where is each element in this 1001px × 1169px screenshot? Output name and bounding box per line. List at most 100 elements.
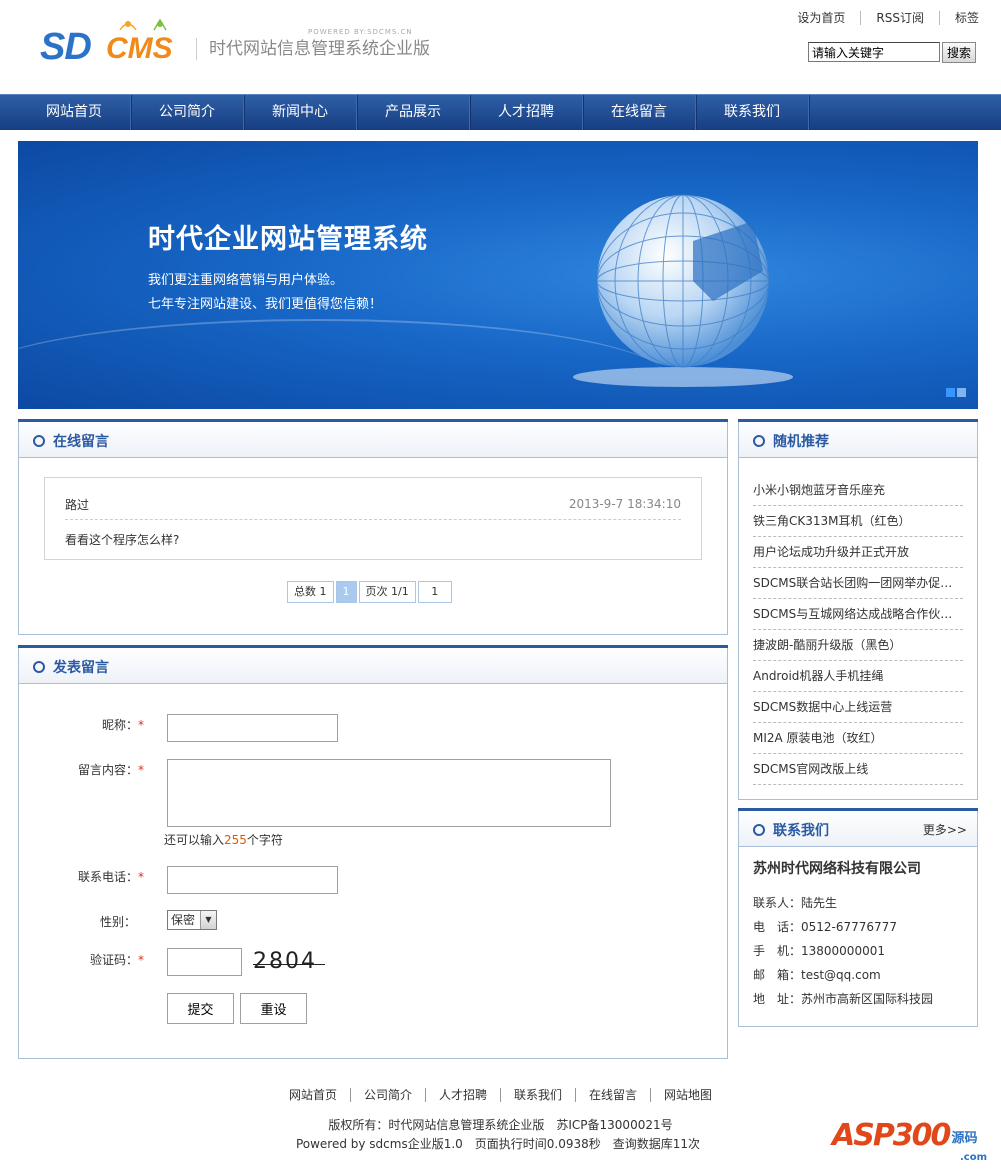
list-item[interactable]: 捷波朗-酷丽升级版（黑色）	[753, 630, 963, 661]
nav-jobs[interactable]: 人才招聘	[470, 95, 583, 130]
pager-jump-select[interactable]: 1	[417, 581, 452, 603]
random-panel-title: 随机推荐	[773, 434, 829, 450]
footer-link-home[interactable]: 网站首页	[276, 1088, 350, 1102]
footer-links: 网站首页 公司简介 人才招聘 联系我们 在线留言 网站地图	[0, 1086, 1001, 1103]
messages-panel-title-wrap: 在线留言	[33, 431, 109, 451]
content-label-text: 留言内容：	[77, 763, 138, 777]
contact-more-link[interactable]: 更多>>	[923, 821, 967, 838]
required-mark: *	[138, 953, 144, 967]
message-item: 路过 2013-9-7 18:34:10 看看这个程序怎么样?	[44, 477, 702, 560]
message-time: 2013-9-7 18:34:10	[568, 497, 681, 511]
footer-link-about[interactable]: 公司简介	[349, 1088, 425, 1102]
site-name: 时代网站信息管理系统企业版	[196, 38, 430, 60]
nav-contact[interactable]: 联系我们	[696, 95, 809, 130]
pagination: 总数 1 1 页次 1/1 1	[287, 581, 452, 603]
post-panel-header: 发表留言	[18, 645, 728, 684]
captcha-image[interactable]: 2804	[253, 949, 317, 974]
list-item[interactable]: SDCMS官网改版上线	[753, 754, 963, 785]
contact-panel: 联系我们 更多>> 苏州时代网络科技有限公司 联系人：陆先生 电 话：0512-…	[738, 808, 978, 1027]
list-item[interactable]: 小米小钢炮蓝牙音乐座充	[753, 475, 963, 506]
list-item[interactable]: 铁三角CK313M耳机（红色）	[753, 506, 963, 537]
banner-title: 时代企业网站管理系统	[148, 224, 428, 255]
circle-icon	[753, 435, 765, 447]
content-label: 留言内容：*	[19, 761, 144, 778]
nav-products[interactable]: 产品展示	[357, 95, 470, 130]
phone-input[interactable]	[167, 866, 338, 894]
nav-home[interactable]: 网站首页	[18, 95, 131, 130]
nickname-label: 昵称：*	[19, 716, 144, 733]
logo-cms-text: CMS	[106, 32, 173, 65]
reset-button[interactable]: 重设	[240, 993, 307, 1024]
list-item[interactable]: Android机器人手机挂绳	[753, 661, 963, 692]
required-mark: *	[138, 870, 144, 884]
pager-current-page[interactable]: 1	[335, 581, 357, 603]
watermark-small: 源码	[951, 1131, 978, 1146]
circle-icon	[33, 435, 45, 447]
captcha-strike	[253, 964, 325, 965]
list-item[interactable]: 用户论坛成功升级并正式开放	[753, 537, 963, 568]
nav-about[interactable]: 公司简介	[131, 95, 244, 130]
banner-line-2: 七年专注网站建设、我们更值得您信赖！	[148, 297, 383, 312]
captcha-label-text: 验证码：	[89, 953, 138, 967]
gender-select[interactable]: 保密 ▼	[167, 910, 217, 930]
list-item[interactable]: SDCMS联合站长团购一团网举办促销...	[753, 568, 963, 599]
captcha-input[interactable]	[167, 948, 242, 976]
submit-button[interactable]: 提交	[167, 993, 234, 1024]
nav-guestbook[interactable]: 在线留言	[583, 95, 696, 130]
nav-news[interactable]: 新闻中心	[244, 95, 357, 130]
footer-link-contact[interactable]: 联系我们	[500, 1088, 576, 1102]
watermark-domain: .com	[960, 1152, 988, 1163]
nickname-input[interactable]	[167, 714, 338, 742]
list-item[interactable]: SDCMS与互城网络达成战略合作伙伴...	[753, 599, 963, 630]
message-content: 看看这个程序怎么样?	[65, 533, 180, 547]
message-divider	[65, 519, 681, 520]
footer-link-guestbook[interactable]: 在线留言	[575, 1088, 651, 1102]
captcha-label: 验证码：*	[19, 951, 144, 968]
list-item[interactable]: MI2A 原装电池（玫红）	[753, 723, 963, 754]
footer-link-sitemap[interactable]: 网站地图	[650, 1088, 726, 1102]
search-button[interactable]: 搜索	[942, 42, 976, 63]
random-panel-header: 随机推荐	[738, 419, 978, 458]
set-homepage-link[interactable]: 设为首页	[782, 11, 860, 25]
random-recommend-panel: 随机推荐 小米小钢炮蓝牙音乐座充 铁三角CK313M耳机（红色） 用户论坛成功升…	[738, 419, 978, 800]
content-textarea[interactable]	[167, 759, 611, 827]
company-name: 苏州时代网络科技有限公司	[753, 861, 921, 877]
messages-panel-header: 在线留言	[18, 419, 728, 458]
circle-icon	[33, 661, 45, 673]
required-mark: *	[138, 763, 144, 777]
random-list: 小米小钢炮蓝牙音乐座充 铁三角CK313M耳机（红色） 用户论坛成功升级并正式开…	[753, 475, 963, 785]
gender-select-value: 保密	[171, 913, 196, 927]
messages-panel-title: 在线留言	[53, 434, 109, 450]
circle-icon	[753, 824, 765, 836]
phone-label-text: 联系电话：	[77, 870, 138, 884]
gender-label: 性别：	[99, 915, 136, 929]
post-panel-title-wrap: 发表留言	[33, 657, 109, 677]
phone-label: 联系电话：*	[19, 868, 144, 885]
nickname-label-text: 昵称：	[101, 718, 138, 732]
rss-link[interactable]: RSS订阅	[860, 11, 939, 25]
banner-dot-1[interactable]	[946, 388, 955, 397]
contact-panel-header: 联系我们 更多>>	[738, 808, 978, 847]
logo-sd-text: SD	[40, 26, 92, 68]
contact-email: 邮 箱：test@qq.com	[753, 968, 881, 982]
footer-link-jobs[interactable]: 人才招聘	[424, 1088, 500, 1102]
list-item[interactable]: SDCMS数据中心上线运营	[753, 692, 963, 723]
post-panel-title: 发表留言	[53, 660, 109, 676]
random-panel-title-wrap: 随机推荐	[753, 431, 829, 451]
watermark-text: ASP300	[832, 1118, 951, 1153]
tags-link[interactable]: 标签	[938, 11, 979, 25]
search-input[interactable]	[808, 42, 940, 62]
contact-panel-title-wrap: 联系我们	[753, 820, 829, 840]
site-logo[interactable]: SD CMS	[40, 18, 190, 78]
banner-line-1: 我们更注重网络营销与用户体验。	[148, 273, 344, 288]
watermark-logo: ASP300 源码	[832, 1118, 978, 1153]
required-mark: *	[138, 718, 144, 732]
char-count: 255	[224, 833, 247, 847]
banner[interactable]: 时代企业网站管理系统 我们更注重网络营销与用户体验。 七年专注网站建设、我们更值…	[18, 141, 978, 409]
chevron-down-icon: ▼	[200, 911, 216, 929]
banner-dot-2[interactable]	[957, 388, 966, 397]
contact-panel-title: 联系我们	[773, 823, 829, 839]
pager-total: 总数 1	[287, 581, 334, 603]
search-bar: 搜索	[808, 42, 976, 63]
pager-page-info: 页次 1/1	[358, 581, 416, 603]
